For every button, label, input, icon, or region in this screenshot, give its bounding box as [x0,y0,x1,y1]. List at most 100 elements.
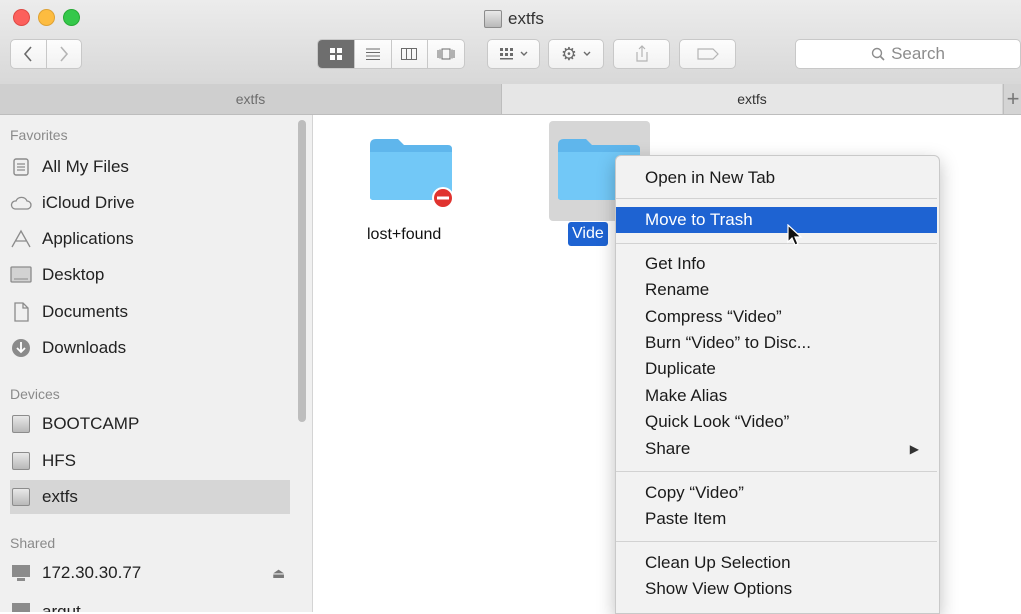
column-view-icon [401,48,418,60]
sidebar-section-devices: Devices [10,386,60,402]
menu-item-show-view-options[interactable]: Show View Options [616,576,937,602]
no-access-badge-icon [432,187,454,209]
network-computer-icon [10,563,32,583]
back-forward-control [10,39,82,69]
menu-separator [616,243,937,244]
list-view-button[interactable] [355,40,392,68]
cover-flow-button[interactable] [428,40,464,68]
applications-icon [10,229,32,249]
back-button[interactable] [11,40,47,68]
file-name-video-selected[interactable]: Vide [568,222,608,246]
view-mode-segmented [317,39,465,69]
menu-item-rename[interactable]: Rename [616,277,937,303]
arrange-button[interactable] [487,39,540,69]
sidebar: Favorites All My Files iCloud Drive Appl… [0,115,313,612]
forward-button[interactable] [47,40,82,68]
drive-icon [484,10,502,28]
sidebar-item-all-my-files[interactable]: All My Files [10,150,290,184]
list-view-icon [365,48,380,60]
menu-item-duplicate[interactable]: Duplicate [616,356,937,382]
sidebar-section-favorites: Favorites [10,127,68,143]
file-lost-found[interactable] [368,135,454,209]
sidebar-item-documents[interactable]: Documents [10,295,290,329]
column-view-button[interactable] [392,40,429,68]
downloads-icon [10,338,32,358]
close-window-button[interactable] [13,9,30,26]
share-icon [635,45,648,62]
menu-item-clean-up-selection[interactable]: Clean Up Selection [616,550,937,576]
submenu-arrow-icon: ▶ [909,442,919,456]
sidebar-item-extfs[interactable]: extfs [10,480,290,514]
window-title: extfs [484,5,544,33]
sidebar-item-applications[interactable]: Applications [10,222,290,256]
search-placeholder: Search [891,44,945,63]
documents-icon [10,302,32,322]
menu-item-share[interactable]: Share ▶ [616,436,937,462]
network-computer-icon [10,601,32,612]
menu-item-burn-to-disc[interactable]: Burn “Video” to Disc... [616,330,937,356]
hard-disk-icon [10,451,32,471]
menu-separator [616,541,937,542]
sidebar-item-label: All My Files [42,157,129,176]
tab-bar: extfs extfs + [0,84,1021,115]
tab-extfs-1[interactable]: extfs [0,84,502,114]
menu-separator [616,198,937,199]
window-title-text: extfs [508,9,544,28]
menu-item-compress[interactable]: Compress “Video” [616,304,937,330]
menu-item-make-alias[interactable]: Make Alias [616,383,937,409]
menu-item-get-info[interactable]: Get Info [616,251,937,277]
mouse-pointer-icon [787,224,803,246]
cloud-icon [10,193,32,213]
action-menu-button[interactable]: ⚙ [548,39,604,69]
sidebar-section-shared: Shared [10,535,56,551]
sidebar-item-label: extfs [42,487,78,506]
sidebar-item-172-30-30-77[interactable]: 172.30.30.77 ⏏ [10,556,290,590]
eject-icon[interactable]: ⏏ [272,565,285,582]
sidebar-item-icloud-drive[interactable]: iCloud Drive [10,186,290,220]
file-name-lost-found[interactable]: lost+found [367,226,441,244]
chevron-left-icon [24,46,32,62]
menu-separator [616,471,937,472]
edit-tags-button[interactable] [679,39,736,69]
icon-view-icon [329,48,342,60]
new-tab-button[interactable]: + [1003,84,1021,114]
search-icon [871,47,885,61]
sidebar-item-label: 172.30.30.77 [42,563,142,582]
menu-item-paste-item[interactable]: Paste Item [616,506,937,532]
icon-view-button[interactable] [318,40,355,68]
sidebar-item-label: HFS [42,451,76,470]
window-toolbar: extfs ⚙ Search [0,0,1021,85]
menu-item-copy[interactable]: Copy “Video” [616,480,937,506]
menu-item-quick-look[interactable]: Quick Look “Video” [616,409,937,435]
sidebar-item-bootcamp[interactable]: BOOTCAMP [10,407,290,441]
chevron-down-icon [520,51,527,56]
sidebar-item-hfs[interactable]: HFS [10,444,290,478]
cover-flow-icon [437,48,455,60]
desktop-icon [10,265,32,285]
chevron-right-icon [60,46,68,62]
zoom-window-button[interactable] [63,9,80,26]
sidebar-item-label: Applications [42,229,134,248]
sidebar-item-label: BOOTCAMP [42,414,140,433]
tab-label: extfs [235,91,266,107]
minimize-window-button[interactable] [38,9,55,26]
hard-disk-icon [10,487,32,507]
all-files-icon [10,157,32,177]
tag-icon [696,48,719,60]
menu-item-move-to-trash[interactable]: Move to Trash [616,207,937,233]
sidebar-item-argut[interactable]: argut [10,592,290,612]
sidebar-item-desktop[interactable]: Desktop [10,258,290,292]
share-button[interactable] [613,39,670,69]
sidebar-item-label: Downloads [42,338,127,357]
sidebar-scrollbar[interactable] [298,120,306,422]
gear-icon: ⚙ [560,43,578,64]
tab-extfs-2[interactable]: extfs [502,84,1002,114]
context-menu: Open in New Tab Move to Trash Get Info R… [615,155,940,614]
search-field[interactable]: Search [795,39,1021,69]
sidebar-item-downloads[interactable]: Downloads [10,331,290,365]
hard-disk-icon [10,414,32,434]
arrange-icon [499,48,513,60]
sidebar-item-label: Desktop [42,265,105,284]
menu-item-open-in-new-tab[interactable]: Open in New Tab [616,165,937,191]
chevron-down-icon [583,51,591,56]
